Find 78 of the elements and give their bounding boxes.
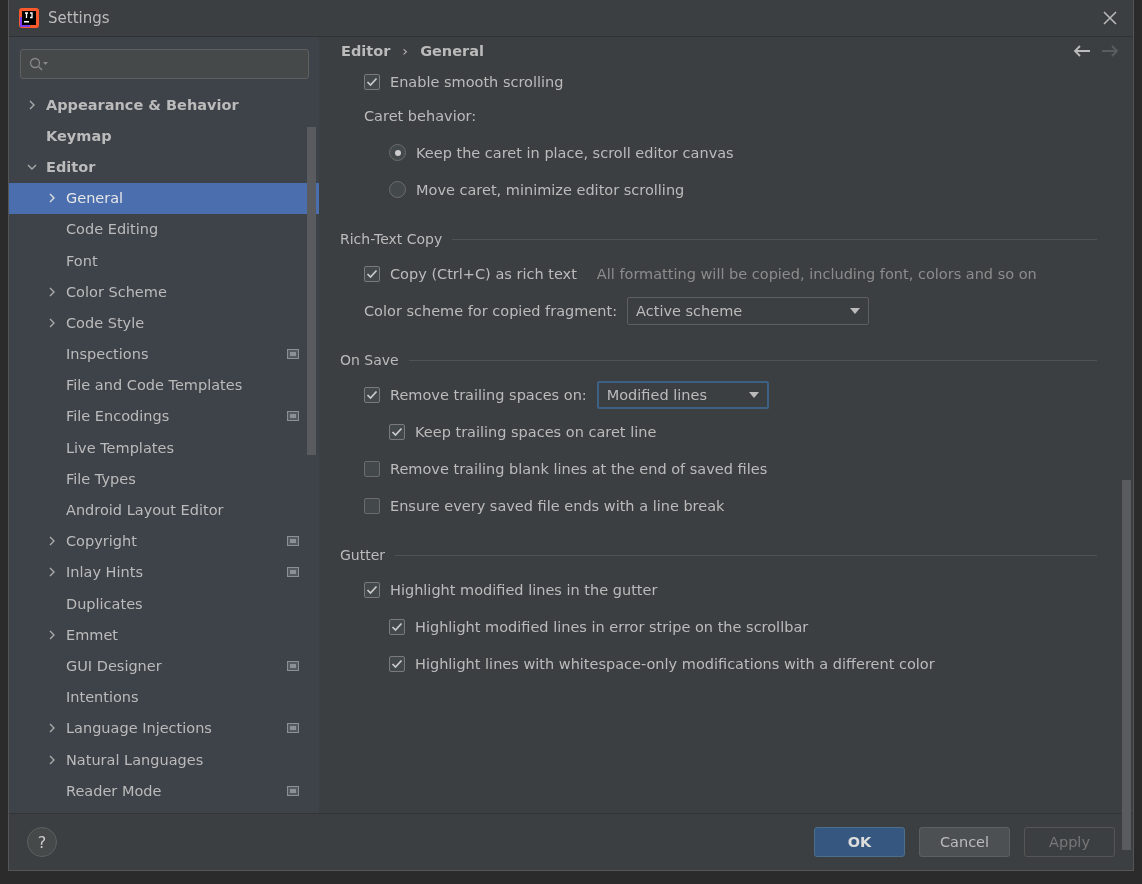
field-label: Caret behavior: bbox=[364, 107, 477, 124]
checkbox[interactable] bbox=[364, 497, 380, 514]
search-icon bbox=[29, 57, 49, 71]
sidebar-item[interactable]: Font bbox=[9, 244, 319, 277]
sidebar-item[interactable]: Inlay Hints bbox=[9, 556, 319, 588]
checkbox-label[interactable]: Enable smooth scrolling bbox=[390, 74, 564, 90]
checkbox[interactable] bbox=[364, 265, 380, 282]
sidebar-item[interactable]: Android Layout Editor bbox=[9, 494, 319, 526]
checkbox[interactable] bbox=[364, 74, 380, 90]
sidebar-item[interactable]: Duplicates bbox=[9, 588, 319, 620]
help-button[interactable]: ? bbox=[27, 827, 57, 857]
sidebar-item[interactable]: Color Scheme bbox=[9, 276, 319, 308]
sidebar-item[interactable]: Code Editing bbox=[9, 213, 319, 245]
caret-icon bbox=[748, 391, 759, 398]
checkbox-label[interactable]: Remove trailing spaces on: bbox=[390, 386, 587, 403]
sidebar-item[interactable]: Reader Mode bbox=[9, 775, 319, 807]
checkbox[interactable] bbox=[364, 581, 380, 598]
sidebar-item[interactable]: General bbox=[9, 182, 319, 214]
sidebar-item[interactable]: Copyright bbox=[9, 525, 319, 557]
app-logo-icon bbox=[19, 8, 39, 28]
breadcrumb-item[interactable]: General bbox=[420, 43, 484, 59]
sidebar-item[interactable]: Emmet bbox=[9, 619, 319, 651]
back-arrow-icon[interactable] bbox=[1073, 44, 1091, 58]
sidebar-item[interactable]: Live Templates bbox=[9, 432, 319, 464]
window-title: Settings bbox=[48, 9, 111, 27]
checkbox-label[interactable]: Highlight modified lines in error stripe on the scrollbar bbox=[415, 618, 809, 635]
radio-label[interactable]: Move caret, minimize editor scrolling bbox=[416, 181, 685, 198]
sidebar-item[interactable]: Appearance & Behavior bbox=[9, 89, 319, 121]
chevron-icon bbox=[47, 286, 57, 297]
chevron-icon bbox=[47, 193, 57, 204]
dropdown[interactable]: Modified lines bbox=[596, 380, 769, 409]
chevron-icon bbox=[47, 317, 57, 328]
sidebar-item[interactable]: File Encodings bbox=[9, 400, 319, 433]
checkbox-label[interactable]: Copy (Ctrl+C) as rich text bbox=[390, 265, 577, 282]
chevron-icon bbox=[47, 754, 57, 765]
caret-icon bbox=[850, 307, 861, 314]
dropdown[interactable]: Active scheme bbox=[627, 296, 870, 325]
scrollbar-thumb[interactable] bbox=[307, 127, 316, 455]
section-heading: Rich-Text Copy bbox=[340, 231, 443, 247]
radio-label[interactable]: Keep the caret in place, scroll editor canvas bbox=[416, 144, 734, 161]
checkbox-label[interactable]: Ensure every saved file ends with a line break bbox=[390, 497, 725, 514]
checkbox[interactable] bbox=[389, 655, 405, 672]
ok-button[interactable]: OK bbox=[814, 827, 905, 857]
chevron-icon bbox=[27, 99, 37, 110]
radio-button[interactable] bbox=[389, 181, 406, 198]
sidebar-item[interactable]: Inspections bbox=[9, 338, 319, 370]
checkbox[interactable] bbox=[389, 423, 405, 440]
sidebar-item[interactable]: File Types bbox=[9, 463, 319, 495]
sidebar-item[interactable]: Code Style bbox=[9, 307, 319, 339]
checkbox-label[interactable]: Keep trailing spaces on caret line bbox=[415, 423, 657, 440]
dialog-button[interactable]: Cancel bbox=[919, 827, 1010, 857]
sidebar-item[interactable]: Language Injections bbox=[9, 712, 319, 744]
sidebar-item[interactable]: Intentions bbox=[9, 681, 319, 713]
section-heading: On Save bbox=[340, 352, 399, 368]
checkbox-label[interactable]: Highlight lines with whitespace-only modifications with a different color bbox=[415, 655, 935, 672]
field-label: Color scheme for copied fragment: bbox=[364, 302, 618, 319]
sidebar-item[interactable]: Editor bbox=[9, 151, 319, 183]
breadcrumb-item[interactable]: Editor bbox=[341, 43, 391, 59]
checkbox-label[interactable]: Remove trailing blank lines at the end of saved files bbox=[390, 460, 768, 477]
sidebar-item[interactable]: Natural Languages bbox=[9, 743, 319, 776]
checkbox[interactable] bbox=[364, 460, 380, 477]
search-field[interactable] bbox=[20, 49, 309, 79]
checkbox-label[interactable]: Highlight modified lines in the gutter bbox=[390, 581, 658, 598]
section-heading: Gutter bbox=[340, 547, 386, 563]
hint-text: All formatting will be copied, including font, colors and so on bbox=[596, 265, 1037, 282]
sidebar-item[interactable]: GUI Designer bbox=[9, 650, 319, 682]
breadcrumb-separator: › bbox=[402, 43, 409, 59]
sidebar-item[interactable]: Keymap bbox=[9, 120, 319, 152]
radio-button[interactable] bbox=[389, 144, 406, 161]
chevron-icon bbox=[47, 536, 57, 547]
scrollbar-thumb[interactable] bbox=[1122, 480, 1131, 850]
checkbox[interactable] bbox=[364, 386, 380, 403]
chevron-icon bbox=[47, 723, 57, 734]
checkbox[interactable] bbox=[389, 618, 405, 635]
chevron-icon bbox=[47, 629, 57, 640]
chevron-icon bbox=[47, 567, 57, 578]
close-icon[interactable] bbox=[1103, 11, 1117, 25]
sidebar-item[interactable]: File and Code Templates bbox=[9, 369, 319, 401]
